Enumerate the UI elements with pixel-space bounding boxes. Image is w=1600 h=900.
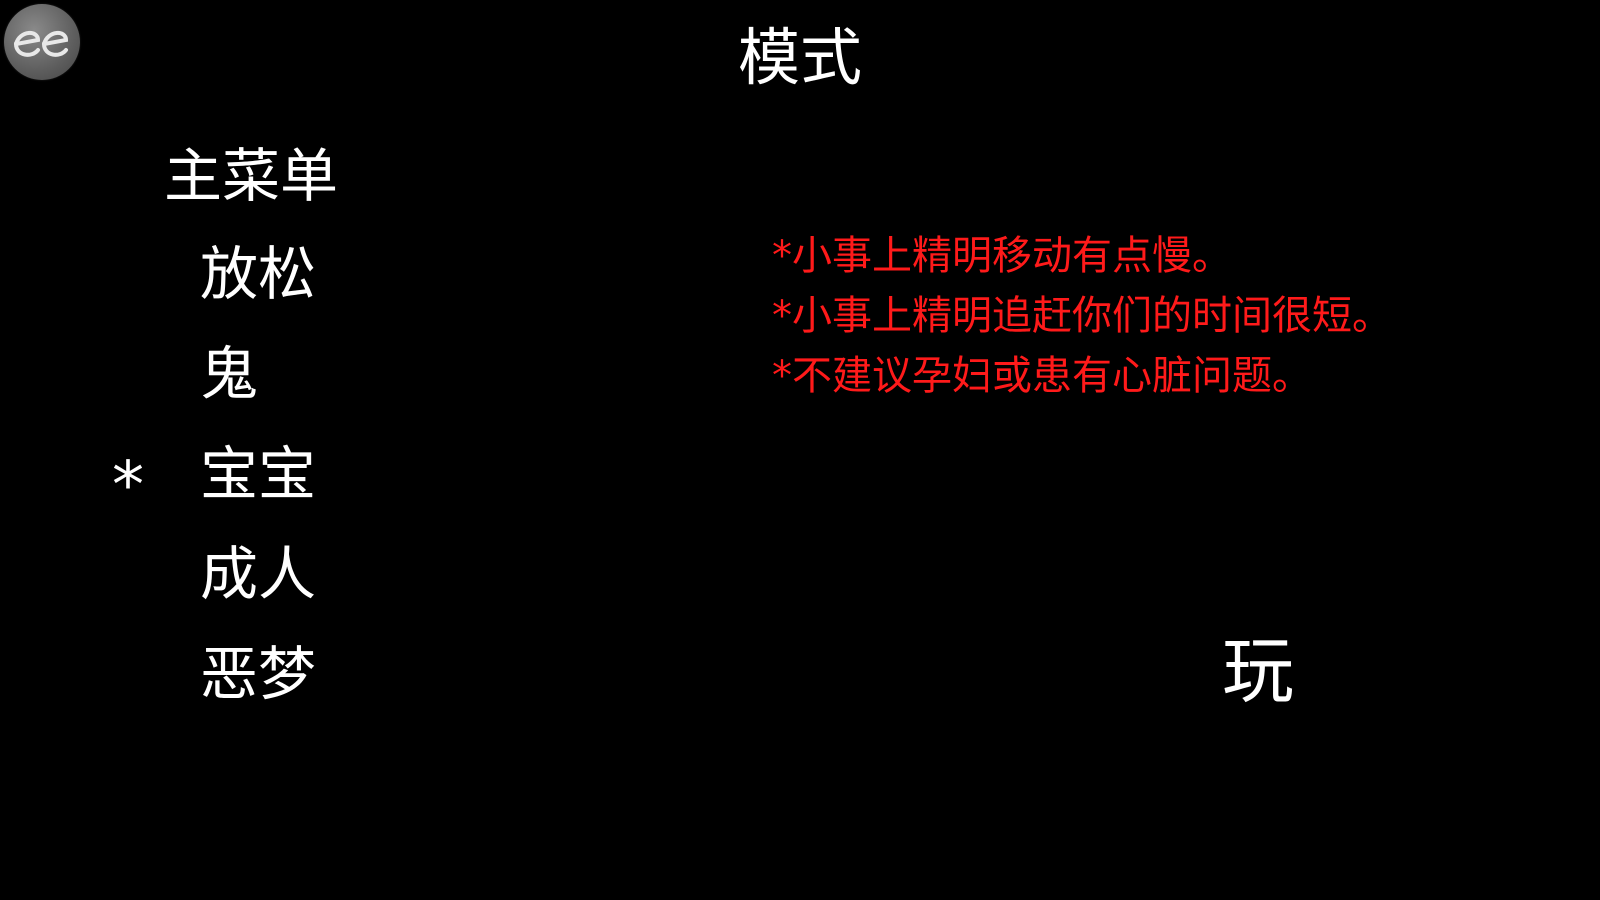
mode-item-ghost[interactable]: 鬼 <box>200 336 316 436</box>
ee-logo-glyph <box>13 31 69 57</box>
page-title: 模式 <box>737 21 862 94</box>
play-button[interactable]: 玩 <box>1222 626 1294 716</box>
mode-description-line: *小事上精明追赶你们的时间很短。 <box>772 293 1392 339</box>
mode-description-line: *不建议孕妇或患有心脏问题。 <box>772 353 1312 399</box>
mode-item-relax[interactable]: 放松 <box>200 236 316 336</box>
mode-item-baby[interactable]: 宝宝 <box>200 436 316 536</box>
ee-logo-icon[interactable] <box>4 4 80 80</box>
mode-description: *小事上精明移动有点慢。 *小事上精明追赶你们的时间很短。 *不建议孕妇或患有心… <box>772 226 1572 406</box>
mode-description-line: *小事上精明移动有点慢。 <box>772 233 1232 279</box>
mode-list: 放松 鬼 宝宝 成人 恶梦 <box>200 236 316 736</box>
main-menu-button[interactable]: 主菜单 <box>164 138 338 214</box>
mode-item-nightmare[interactable]: 恶梦 <box>200 636 316 736</box>
mode-item-adult[interactable]: 成人 <box>200 536 316 636</box>
selection-asterisk: * <box>112 449 144 523</box>
